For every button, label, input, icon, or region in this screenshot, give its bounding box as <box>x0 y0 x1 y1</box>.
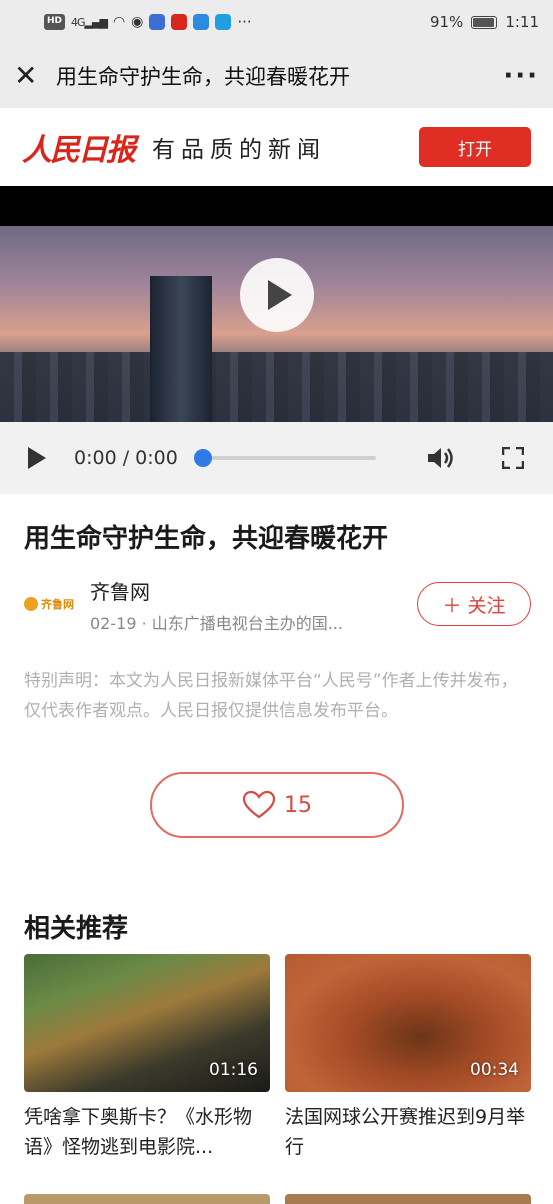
section-heading: 相关推荐 <box>24 914 129 944</box>
video-thumbnail[interactable]: 01:16 <box>24 954 270 1092</box>
more-notifications-icon: ··· <box>237 13 252 31</box>
app-notification-icon <box>149 14 166 30</box>
status-bar: HD 4G▂▄▆ ◠ ◉ ··· 91% 1:11 <box>0 0 553 44</box>
wifi-icon: ◠ <box>112 14 126 30</box>
video-duration: 00:34 <box>470 1060 519 1080</box>
author-meta: 02-19 · 山东广播电视台主办的国... <box>90 614 344 633</box>
author-row: 齐鲁网 齐鲁网 02-19 · 山东广播电视台主办的国... ＋ 关注 <box>24 572 531 636</box>
author-name[interactable]: 齐鲁网 <box>90 576 150 605</box>
author-logo-icon <box>24 597 38 611</box>
video-duration: 01:16 <box>209 1060 258 1080</box>
status-indicators: HD 4G▂▄▆ ◠ ◉ ··· <box>44 13 430 31</box>
disclaimer-text: 特别声明：本文为人民日报新媒体平台“人民号”作者上传并发布，仅代表作者观点。人民… <box>24 671 518 721</box>
card-title[interactable]: 法国网球公开赛推迟到9月举行 <box>285 1102 531 1162</box>
status-right: 91% 1:11 <box>430 13 539 31</box>
skyline-image <box>0 352 553 422</box>
volume-icon[interactable] <box>426 445 456 471</box>
like-button[interactable]: 15 <box>150 772 404 838</box>
page-title: 用生命守护生命，共迎春暖花开 <box>56 65 350 89</box>
tower-image <box>150 276 212 422</box>
seek-bar[interactable] <box>193 449 376 467</box>
notification-icon: ◉ <box>131 14 144 30</box>
next-card-peek <box>285 1194 531 1204</box>
fullscreen-icon[interactable] <box>501 447 524 469</box>
network-label: 4G <box>71 15 85 29</box>
brand-slogan: 有品质的新闻 <box>152 137 326 163</box>
heart-icon <box>242 790 276 819</box>
battery-icon <box>471 15 498 29</box>
next-card-peek <box>24 1194 270 1204</box>
video-thumbnail[interactable]: 00:34 <box>285 954 531 1092</box>
app-notification-icon <box>193 14 210 30</box>
play-icon[interactable] <box>28 447 46 469</box>
video-player[interactable] <box>0 186 553 422</box>
open-app-button[interactable]: 打开 <box>419 127 531 167</box>
time-display: 0:00 / 0:00 <box>74 447 178 469</box>
brand-logo: 人民日报 <box>22 133 136 168</box>
author-avatar[interactable]: 齐鲁网 <box>24 590 80 618</box>
video-controls: 0:00 / 0:00 <box>0 422 553 494</box>
app-notification-icon <box>171 14 188 30</box>
battery-percent: 91% <box>429 13 464 31</box>
title-bar: ✕ 用生命守护生命，共迎春暖花开 ··· <box>0 44 553 108</box>
brand-bar: 人民日报 有品质的新闻 打开 <box>0 108 553 186</box>
author-logo-text: 齐鲁网 <box>41 598 74 611</box>
app-notification-icon <box>215 14 232 30</box>
hd-badge: HD <box>44 14 66 30</box>
recommend-card[interactable]: 00:34 法国网球公开赛推迟到9月举行 <box>285 954 531 1162</box>
seek-handle[interactable] <box>193 449 212 467</box>
clock: 1:11 <box>505 13 539 31</box>
article-title: 用生命守护生命，共迎春暖花开 <box>24 524 389 554</box>
recommend-card[interactable]: 01:16 凭啥拿下奥斯卡？《水形物语》怪物逃到电影院... <box>24 954 270 1162</box>
signal-icon: 4G▂▄▆ <box>71 15 108 29</box>
like-count: 15 <box>284 792 312 818</box>
play-button[interactable] <box>240 258 314 332</box>
close-icon[interactable]: ✕ <box>14 62 44 90</box>
more-options-icon[interactable]: ··· <box>503 61 539 91</box>
card-title[interactable]: 凭啥拿下奥斯卡？《水形物语》怪物逃到电影院... <box>24 1102 270 1162</box>
follow-button[interactable]: ＋ 关注 <box>417 582 531 626</box>
